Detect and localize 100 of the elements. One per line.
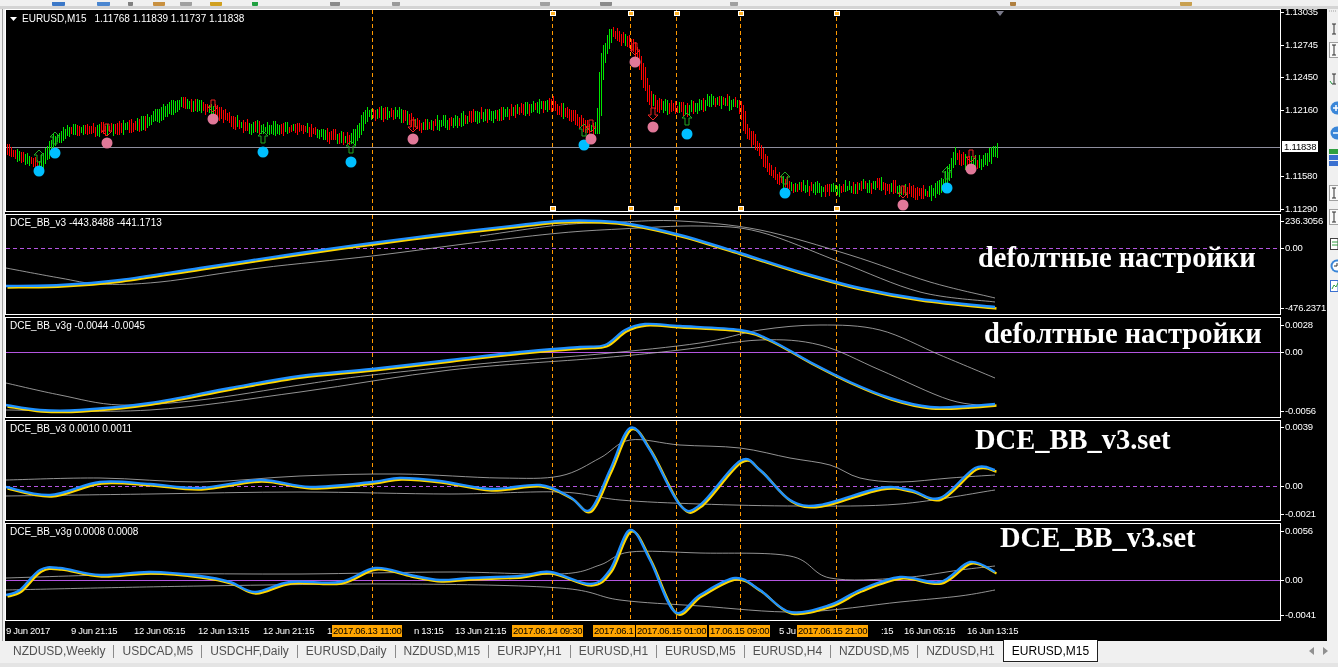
triangle-marker-icon[interactable] <box>996 11 1004 16</box>
up-arrow-icon <box>779 171 791 185</box>
i-beam-icon[interactable] <box>1329 185 1338 201</box>
chart-tab[interactable]: EURUSD,M5 <box>657 641 744 661</box>
line-anchor-icon[interactable] <box>549 205 556 211</box>
line-anchor-icon[interactable] <box>737 205 744 211</box>
time-axis-label: 2017.06.1 <box>593 625 635 637</box>
chart-tab[interactable]: EURUSD,M15 <box>1002 640 1099 662</box>
down-arrow-icon <box>897 185 909 199</box>
indicator-title: DCE_BB_v3 -443.8488 -441.1713 <box>10 217 162 229</box>
circle-marker-icon <box>585 133 597 145</box>
axis-label: 0.00 <box>1285 480 1303 492</box>
chart-tab[interactable]: NZDUSD,M15 <box>395 641 489 661</box>
scroll-left-icon[interactable] <box>1309 647 1314 655</box>
chart-tab[interactable]: EURJPY,H1 <box>489 641 570 661</box>
chart-tab[interactable]: NZDUSD,Weekly <box>5 641 114 661</box>
axis-label: -476.2371 <box>1285 302 1326 314</box>
time-axis-label: 12 Jun 21:15 <box>262 625 316 637</box>
time-axis-label: 12 Jun 05:15 <box>133 625 187 637</box>
time-axis-label: 16 Jun 13:15 <box>966 625 1020 637</box>
time-axis-label: 9 Jun 21:15 <box>70 625 119 637</box>
time-axis-label: 13 Jun 21:15 <box>454 625 508 637</box>
axis-label: 1.13035 <box>1285 6 1318 18</box>
down-arrow-icon <box>629 42 641 56</box>
chart-tab[interactable]: EURUSD,H4 <box>744 641 831 661</box>
scroll-right-icon[interactable] <box>1323 647 1328 655</box>
time-axis-label: 17.06.15 09:00 <box>709 625 771 637</box>
circle-marker-icon <box>629 56 641 68</box>
chart-tab[interactable]: USDCAD,M5 <box>114 641 202 661</box>
chart-annotation: defoлтные настройки <box>984 320 1262 348</box>
axis-label: -0.0056 <box>1285 405 1316 417</box>
axis-label: -0.0041 <box>1285 609 1316 621</box>
chart-annotation: defoлтные настройки <box>978 244 1256 272</box>
circle-marker-icon <box>779 187 791 199</box>
axis-label: 0.0028 <box>1285 319 1313 331</box>
chart-tab[interactable]: NZDUSD,M5 <box>831 641 918 661</box>
chart-title: EURUSD,M15 <box>22 13 87 25</box>
indicator-title: DCE_BB_v3g -0.0044 -0.0045 <box>10 320 146 332</box>
chart-tab[interactable]: NZDUSD,H1 <box>918 641 1003 661</box>
axis-label: 0.0039 <box>1285 421 1313 433</box>
down-arrow-icon <box>207 99 219 113</box>
circle-marker-icon <box>647 121 659 133</box>
time-axis-label: 1 <box>326 625 333 637</box>
clock-icon[interactable] <box>1329 259 1338 273</box>
up-arrow-icon <box>578 123 590 137</box>
up-arrow-icon <box>257 130 269 144</box>
dropdown-triangle-icon[interactable] <box>10 17 17 21</box>
i-beam-icon[interactable] <box>1329 42 1338 58</box>
time-axis-label: 2017.06.15 01:00 <box>636 625 708 637</box>
up-arrow-icon <box>681 112 693 126</box>
current-price-label: 1.11838 <box>1282 141 1319 152</box>
time-axis-label: 2017.06.14 09:30 <box>512 625 584 637</box>
time-axis-label: 2017.06.13 11:00 <box>332 625 403 637</box>
chart-tab[interactable]: EURUSD,Daily <box>297 641 395 661</box>
i-beam-icon[interactable] <box>1329 209 1338 225</box>
chart-annotation: DCE_BB_v3.set <box>1000 524 1196 552</box>
chart-annotation: DCE_BB_v3.set <box>975 426 1171 454</box>
line-anchor-icon[interactable] <box>627 205 634 211</box>
circle-marker-icon <box>407 133 419 145</box>
zoom-out-icon[interactable] <box>1329 126 1338 140</box>
time-axis-label: 12 Jun 13:15 <box>197 625 251 637</box>
axis-label: 0.00 <box>1285 346 1303 358</box>
down-arrow-icon <box>585 119 597 133</box>
axis-label: 1.12745 <box>1285 39 1318 51</box>
time-axis-label: 16 Jun 05:15 <box>903 625 957 637</box>
circle-marker-icon <box>681 128 693 140</box>
axis-label: 1.12160 <box>1285 104 1318 116</box>
axis-label: 0.0056 <box>1285 525 1313 537</box>
time-axis-label: 9 Jun 2017 <box>5 625 51 637</box>
down-arrow-icon <box>647 107 659 121</box>
up-arrow-icon <box>33 149 45 163</box>
axis-label: 1.12450 <box>1285 71 1318 83</box>
indicator-title: DCE_BB_v3 0.0010 0.0011 <box>10 423 133 435</box>
line-anchor-icon[interactable] <box>833 205 840 211</box>
price-quote: 1.11768 1.11839 1.11737 1.11838 <box>94 13 245 25</box>
axis-label: 1.11580 <box>1285 170 1318 182</box>
down-arrow-icon <box>407 119 419 133</box>
circle-marker-icon <box>33 165 45 177</box>
time-axis-label: 5 Ju <box>778 625 797 637</box>
axis-label: 1.11290 <box>1285 203 1318 215</box>
i-beam-icon[interactable] <box>1329 71 1338 87</box>
circle-marker-icon <box>207 113 219 125</box>
up-arrow-icon <box>49 131 61 145</box>
time-axis-label: 2017.06.15 21:00 <box>797 625 869 637</box>
axis-label: 0.00 <box>1285 574 1303 586</box>
window-icon[interactable] <box>1329 237 1338 251</box>
down-arrow-icon <box>101 123 113 137</box>
chart-tab[interactable]: USDCHF,Daily <box>202 641 297 661</box>
chart-tab[interactable]: EURUSD,H1 <box>570 641 657 661</box>
circle-marker-icon <box>897 199 909 211</box>
axis-label: 236.3056 <box>1285 215 1324 227</box>
circle-marker-icon <box>101 137 113 149</box>
chart-icon[interactable] <box>1329 279 1338 293</box>
zoom-in-icon[interactable] <box>1329 101 1338 115</box>
list-icon[interactable] <box>1329 149 1338 167</box>
axis-label: 0.00 <box>1285 242 1303 254</box>
axis-label: -0.0021 <box>1285 508 1316 520</box>
i-beam-icon[interactable] <box>1329 21 1338 37</box>
line-anchor-icon[interactable] <box>673 205 680 211</box>
circle-marker-icon <box>49 147 61 159</box>
